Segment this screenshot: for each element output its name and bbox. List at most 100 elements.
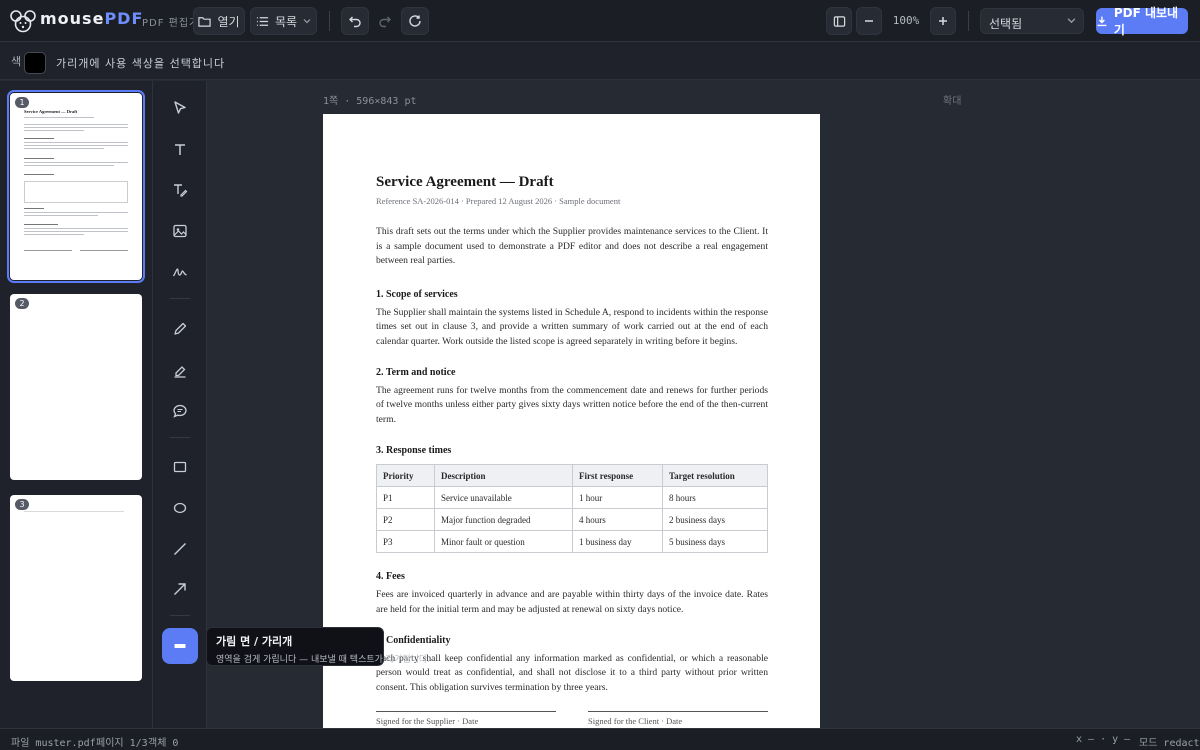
table-cell: 1 business day xyxy=(572,530,663,554)
thumbnail-line xyxy=(80,250,128,251)
folder-icon xyxy=(198,16,212,27)
redact-icon xyxy=(174,644,186,648)
zoom-out-button[interactable] xyxy=(856,7,882,35)
thumbnail-line xyxy=(24,215,98,216)
signature-icon xyxy=(172,268,187,277)
thumbnail-line xyxy=(24,145,128,146)
section-heading: 5. Confidentiality xyxy=(376,634,451,646)
page-list-button[interactable]: 목록 xyxy=(250,7,317,35)
rectangle-tool-button[interactable] xyxy=(162,449,198,485)
table-row: P3 Minor fault or question 1 business da… xyxy=(376,530,768,554)
export-pdf-button[interactable]: PDF 내보내기 xyxy=(1096,6,1188,37)
page-thumbnail-3[interactable]: 3 xyxy=(10,495,142,681)
page-info: 1쪽 · 596×843 pt xyxy=(323,96,417,107)
select-tool-button[interactable] xyxy=(162,90,198,126)
top-toolbar: mousePDF PDF 편집기 열기 목록 100% 선택됨 PDF 내보내기 xyxy=(0,0,1200,42)
redo-button[interactable] xyxy=(371,7,399,35)
reload-button[interactable] xyxy=(401,7,429,35)
thumbnail-line xyxy=(24,174,54,175)
edit-text-tool-button[interactable] xyxy=(162,172,198,208)
text-tool-button[interactable] xyxy=(162,132,198,168)
rectangle-icon xyxy=(173,461,187,473)
section-heading: 2. Term and notice xyxy=(376,366,456,378)
ellipse-tool-button[interactable] xyxy=(162,490,198,526)
thumbnail-line xyxy=(24,162,128,163)
thumbnail-line xyxy=(24,228,128,229)
table-cell: 1 hour xyxy=(572,486,663,510)
page-thumbnails-panel: 1 Service Agreement — Draft 2 3 xyxy=(0,81,153,728)
status-file: 파일 muster.pdf xyxy=(11,738,96,749)
section-heading: 4. Fees xyxy=(376,571,405,583)
document-reference: Reference SA-2026-014 · Prepared 12 Augu… xyxy=(376,196,621,206)
table-cell: P2 xyxy=(376,508,435,532)
zoom-hint: 확대 xyxy=(943,96,962,107)
table-cell: Major function degraded xyxy=(434,508,573,532)
image-tool-button[interactable] xyxy=(162,213,198,249)
thumbnail-title: Service Agreement — Draft xyxy=(24,109,78,114)
table-cell: 5 business days xyxy=(662,530,768,554)
undo-button[interactable] xyxy=(341,7,369,35)
table-header-row: Priority Description First response Targ… xyxy=(376,464,768,488)
redo-icon xyxy=(379,16,391,28)
comment-tool-button[interactable] xyxy=(162,393,198,429)
page-thumbnail-2[interactable]: 2 xyxy=(10,294,142,480)
status-mode: 모드 redact xyxy=(1139,738,1200,749)
table-header: Target resolution xyxy=(662,464,768,488)
redact-tooltip: 가림 면 / 가리개 영역을 검게 가립니다 — 내보낼 때 텍스트가 제거됩니… xyxy=(206,627,431,666)
thumbnail-line xyxy=(24,138,54,139)
page-thumbnail-1[interactable]: 1 Service Agreement — Draft xyxy=(7,90,145,283)
arrow-tool-button[interactable] xyxy=(162,571,198,607)
tool-divider xyxy=(170,437,190,438)
table-row: P2 Major function degraded 4 hours 2 bus… xyxy=(376,508,768,532)
text-icon xyxy=(175,144,185,155)
highlighter-tool-button[interactable] xyxy=(162,353,198,389)
thumbnail-line xyxy=(24,234,84,235)
table-cell: Minor fault or question xyxy=(434,530,573,554)
thumbnail-number: 3 xyxy=(15,499,29,510)
highlighter-icon xyxy=(174,366,186,378)
section-body: Each party shall keep confidential any i… xyxy=(376,652,768,693)
thumbnail-line xyxy=(24,212,128,213)
table-row: P1 Service unavailable 1 hour 8 hours xyxy=(376,486,768,510)
tool-divider xyxy=(170,298,190,299)
status-coordinates: x — · y — xyxy=(1076,734,1131,745)
chevron-down-icon xyxy=(1067,18,1076,24)
tooltip-description: 영역을 검게 가립니다 — 내보낼 때 텍스트가 제거됩니다. xyxy=(216,655,431,665)
pencil-tool-button[interactable] xyxy=(162,311,198,347)
redact-color-swatch[interactable] xyxy=(24,52,46,74)
pencil-icon xyxy=(174,322,187,335)
pdf-page[interactable]: Service Agreement — Draft Reference SA-2… xyxy=(323,114,820,728)
toggle-sidebar-button[interactable] xyxy=(826,7,852,35)
section-heading: 3. Response times xyxy=(376,445,452,457)
section-body: The Supplier shall maintain the systems … xyxy=(376,306,768,347)
arrow-icon xyxy=(174,583,186,595)
thumbnail-line xyxy=(24,250,72,251)
thumbnail-line xyxy=(24,127,128,128)
list-icon xyxy=(256,16,269,26)
response-times-table: Priority Description First response Targ… xyxy=(376,464,768,554)
table-cell: 8 hours xyxy=(662,486,768,510)
toolbar-divider xyxy=(329,11,330,31)
thumbnail-line xyxy=(24,124,128,125)
thumbnail-number: 1 xyxy=(15,97,29,108)
table-cell: 2 business days xyxy=(662,508,768,532)
mode-select[interactable]: 선택됨 xyxy=(980,8,1084,34)
document-title: Service Agreement — Draft xyxy=(376,174,554,190)
open-button[interactable]: 열기 xyxy=(193,7,245,35)
thumbnail-number: 2 xyxy=(15,298,29,309)
section-body: Fees are invoiced quarterly in advance a… xyxy=(376,589,768,615)
thumbnail-table xyxy=(24,181,128,203)
status-objects: 객체 0 xyxy=(148,738,179,749)
thumbnail-line xyxy=(24,511,124,512)
line-tool-button[interactable] xyxy=(162,531,198,567)
redact-tool-button[interactable] xyxy=(162,628,198,664)
table-cell: 4 hours xyxy=(572,508,663,532)
zoom-in-button[interactable] xyxy=(930,7,956,35)
undo-icon xyxy=(349,16,361,28)
table-header: Description xyxy=(434,464,573,488)
tool-hint: 가리개에 사용 색상을 선택합니다 xyxy=(56,57,226,70)
table-header: Priority xyxy=(376,464,435,488)
section-heading: 1. Scope of services xyxy=(376,288,458,300)
toolbar-divider xyxy=(968,11,969,31)
signature-tool-button[interactable] xyxy=(162,254,198,290)
